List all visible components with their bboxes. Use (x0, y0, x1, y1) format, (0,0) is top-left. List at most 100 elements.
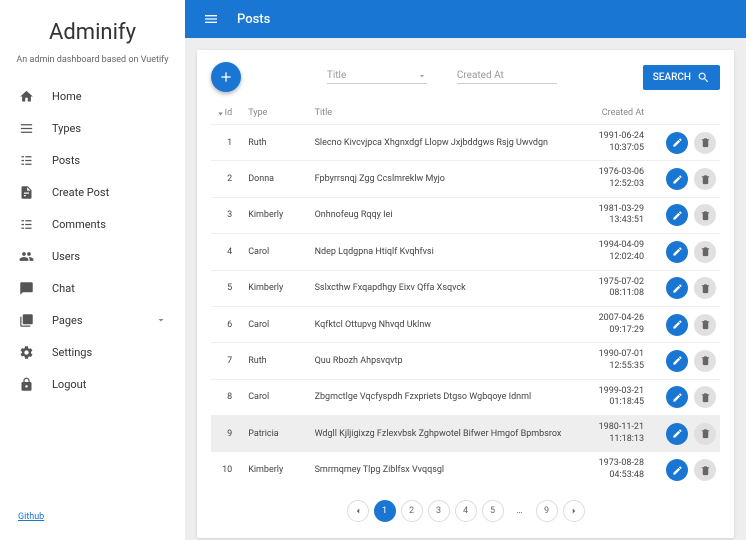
delete-button[interactable] (694, 204, 716, 226)
col-created-header[interactable]: Created At (571, 102, 648, 125)
filters: Title Created At (241, 70, 643, 84)
table-row[interactable]: 5KimberlySslxcthw Fxqapdhgy Eixv Qffa Xs… (211, 270, 720, 306)
sidebar-item-chat[interactable]: Chat (0, 272, 185, 304)
nav-label: Comments (52, 218, 106, 231)
cell-title: Sslxcthw Fxqapdhgy Eixv Qffa Xsqvck (311, 270, 571, 306)
nav-label: Types (52, 122, 81, 135)
sidebar-item-posts[interactable]: Posts (0, 144, 185, 176)
delete-button[interactable] (694, 277, 716, 299)
nav-label: Pages (52, 314, 83, 327)
table-row[interactable]: 3KimberlyOnhnofeug Rqqy Iei1981-03-2913:… (211, 197, 720, 233)
edit-button[interactable] (666, 241, 688, 263)
topbar: Posts (185, 0, 746, 38)
cell-type: Patricia (244, 416, 310, 452)
cell-type: Carol (244, 379, 310, 415)
edit-button[interactable] (666, 350, 688, 372)
table-row[interactable]: 4CarolNdep Lqdgpna Htiqlf Kvqhfvsi1994-0… (211, 234, 720, 270)
cell-type: Kimberly (244, 197, 310, 233)
cell-title: Onhnofeug Rqqy Iei (311, 197, 571, 233)
delete-button[interactable] (694, 350, 716, 372)
page-next[interactable] (563, 500, 585, 522)
cell-id: 7 (211, 343, 244, 379)
cell-type: Carol (244, 306, 310, 342)
cell-created: 1999-03-2101:18:45 (571, 379, 648, 415)
cell-title: Quu Rbozh Ahpsvqvtp (311, 343, 571, 379)
edit-button[interactable] (666, 204, 688, 226)
delete-button[interactable] (694, 168, 716, 190)
table-row[interactable]: 9PatriciaWdgll Kjljigixzg Fzlexvbsk Zghp… (211, 416, 720, 452)
search-icon (697, 71, 710, 84)
search-button[interactable]: SEARCH (643, 65, 720, 90)
table-row[interactable]: 10KimberlySmrmqmey Tlpg Ziblfsx Vvqqsgl1… (211, 452, 720, 488)
table-row[interactable]: 2DonnaFpbyrrsnqj Zgg Ccslmreklw Myjo1976… (211, 161, 720, 197)
sidebar-item-pages[interactable]: Pages (0, 304, 185, 336)
cell-type: Ruth (244, 343, 310, 379)
cell-id: 10 (211, 452, 244, 488)
delete-button[interactable] (694, 132, 716, 154)
cell-id: 6 (211, 306, 244, 342)
nav-label: Chat (52, 282, 75, 295)
github-link[interactable]: Github (0, 512, 185, 530)
delete-button[interactable] (694, 314, 716, 336)
cell-type: Kimberly (244, 270, 310, 306)
delete-button[interactable] (694, 459, 716, 481)
cell-id: 4 (211, 234, 244, 270)
sidebar-item-types[interactable]: Types (0, 112, 185, 144)
edit-button[interactable] (666, 132, 688, 154)
table-row[interactable]: 7RuthQuu Rbozh Ahpsvqvtp1990-07-0112:55:… (211, 343, 720, 379)
nav-icon (18, 376, 34, 392)
delete-button[interactable] (694, 423, 716, 445)
page-2[interactable]: 2 (401, 500, 423, 522)
table-row[interactable]: 8CarolZbgmctlge Vqcfyspdh Fzxpriets Dtgs… (211, 379, 720, 415)
table-row[interactable]: 6CarolKqfktcl Ottupvg Nhvqd Uklnw2007-04… (211, 306, 720, 342)
nav-label: Logout (52, 378, 86, 391)
col-title-header[interactable]: Title (311, 102, 571, 125)
cell-created: 2007-04-2609:17:29 (571, 306, 648, 342)
sidebar-item-users[interactable]: Users (0, 240, 185, 272)
edit-button[interactable] (666, 314, 688, 336)
page-5[interactable]: 5 (482, 500, 504, 522)
edit-button[interactable] (666, 423, 688, 445)
edit-button[interactable] (666, 459, 688, 481)
delete-button[interactable] (694, 386, 716, 408)
cell-created: 1994-04-0912:02:40 (571, 234, 648, 270)
nav-label: Create Post (52, 186, 109, 199)
nav-icon (18, 344, 34, 360)
cell-title: Slecno Kivcvjpca Xhgnxdgf Llopw Jxjbddgw… (311, 125, 571, 161)
sidebar-item-settings[interactable]: Settings (0, 336, 185, 368)
page-1[interactable]: 1 (374, 500, 396, 522)
sidebar-item-comments[interactable]: Comments (0, 208, 185, 240)
table-row[interactable]: 1RuthSlecno Kivcvjpca Xhgnxdgf Llopw Jxj… (211, 125, 720, 161)
cell-title: Fpbyrrsnqj Zgg Ccslmreklw Myjo (311, 161, 571, 197)
col-id-header[interactable]: Id (211, 102, 244, 125)
delete-button[interactable] (694, 241, 716, 263)
sidebar-item-logout[interactable]: Logout (0, 368, 185, 400)
edit-button[interactable] (666, 168, 688, 190)
page-4[interactable]: 4 (455, 500, 477, 522)
menu-icon[interactable] (203, 11, 219, 27)
pagination: 12345…9 (211, 488, 720, 526)
page-3[interactable]: 3 (428, 500, 450, 522)
page-prev[interactable] (347, 500, 369, 522)
page-title: Posts (237, 12, 270, 27)
edit-button[interactable] (666, 277, 688, 299)
main: Posts Title (185, 0, 746, 540)
cell-created: 1990-07-0112:55:35 (571, 343, 648, 379)
dropdown-icon (417, 71, 427, 81)
sidebar-item-home[interactable]: Home (0, 80, 185, 112)
nav-icon (18, 248, 34, 264)
created-filter[interactable]: Created At (457, 70, 557, 84)
cell-id: 5 (211, 270, 244, 306)
add-button[interactable] (211, 62, 241, 92)
cell-id: 1 (211, 125, 244, 161)
title-filter[interactable]: Title (327, 70, 427, 84)
pagination-ellipsis: … (509, 500, 531, 522)
col-type-header[interactable]: Type (244, 102, 310, 125)
nav-icon (18, 88, 34, 104)
sidebar-item-create-post[interactable]: Create Post (0, 176, 185, 208)
cell-created: 1975-07-0208:11:08 (571, 270, 648, 306)
edit-button[interactable] (666, 386, 688, 408)
nav-label: Settings (52, 346, 92, 359)
page-9[interactable]: 9 (536, 500, 558, 522)
cell-created: 1991-06-2410:37:05 (571, 125, 648, 161)
